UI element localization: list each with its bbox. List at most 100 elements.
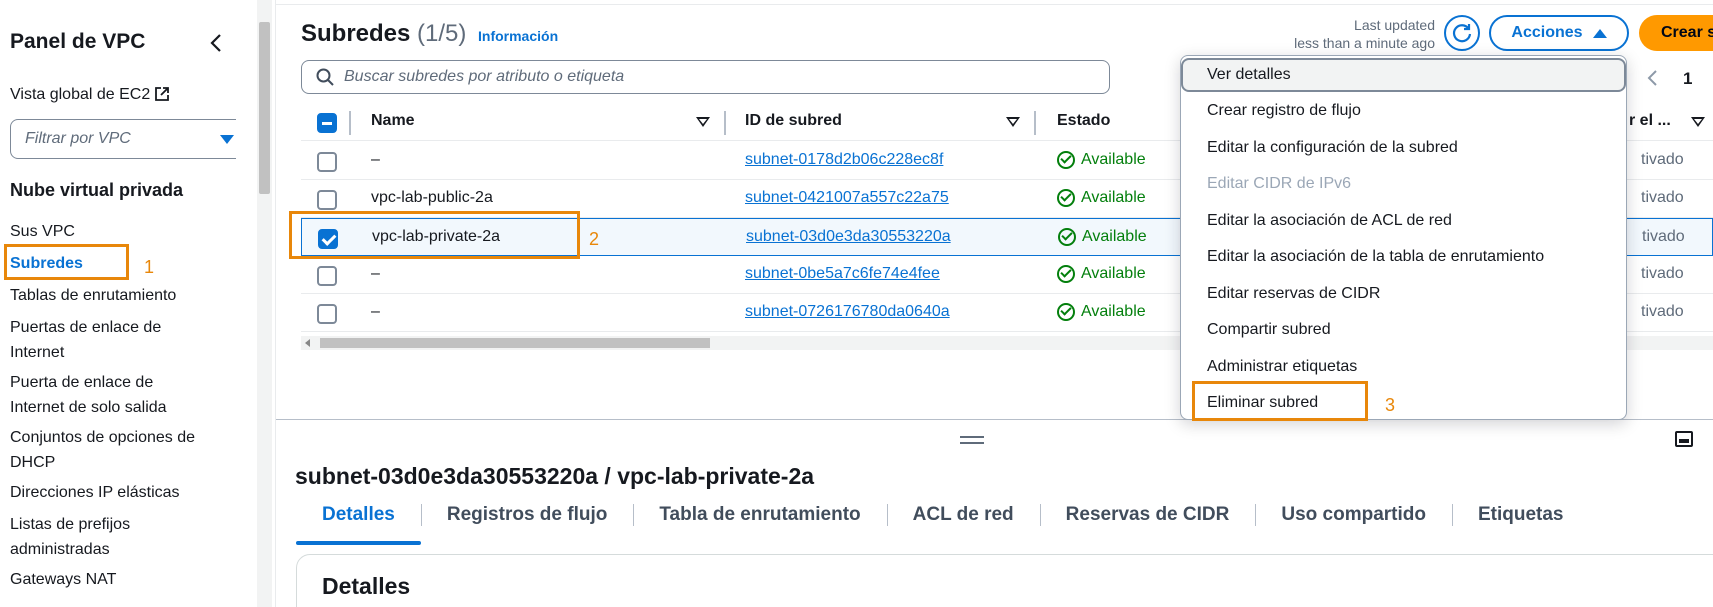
sort-icon[interactable] — [1006, 117, 1020, 127]
vpc-console: Panel de VPC Vista global de EC2 Filtrar… — [0, 0, 1713, 607]
column-state[interactable]: Estado — [1057, 112, 1110, 130]
menu-item-edit-route-table[interactable]: Editar la asociación de la tabla de enru… — [1181, 240, 1626, 274]
auto-assign-value: tivado — [1641, 303, 1684, 320]
column-separator[interactable] — [1034, 111, 1036, 135]
annotation-number-2: 2 — [589, 229, 600, 249]
caret-down-icon — [220, 134, 234, 144]
column-name[interactable]: Name — [371, 112, 415, 130]
tab-route-table[interactable]: Tabla de enrutamiento — [633, 500, 886, 538]
sort-icon[interactable] — [696, 117, 710, 127]
current-page[interactable]: 1 — [1683, 69, 1692, 89]
caret-up-icon — [1592, 28, 1607, 38]
create-subnet-button[interactable]: Crear subred — [1639, 15, 1713, 51]
external-link-icon — [155, 87, 170, 101]
subnet-id-link[interactable]: subnet-0421007a557c22a75 — [745, 189, 949, 207]
page-title-text: Subredes — [301, 20, 411, 47]
tab-network-acl[interactable]: ACL de red — [886, 500, 1040, 538]
actions-button[interactable]: Acciones — [1489, 15, 1629, 51]
column-separator[interactable] — [724, 111, 726, 135]
sidebar-item-route-tables[interactable]: Tablas de enrutamiento — [10, 283, 225, 308]
last-updated: Last updated less than a minute ago — [1260, 16, 1435, 52]
global-view-label: Vista global de EC2 — [10, 86, 151, 103]
previous-page-icon[interactable] — [1645, 68, 1659, 94]
check-circle-icon — [1057, 151, 1075, 169]
sort-icon[interactable] — [1691, 117, 1705, 127]
menu-item-manage-tags[interactable]: Administrar etiquetas — [1181, 350, 1626, 384]
row-checkbox[interactable] — [317, 190, 337, 210]
auto-assign-value: tivado — [1641, 265, 1684, 282]
sidebar-item-egress-only-gateways[interactable]: Puerta de enlace de Internet de solo sal… — [10, 370, 200, 420]
collapse-sidebar-icon[interactable] — [206, 30, 228, 56]
split-panel-position-icon[interactable] — [1675, 431, 1693, 447]
menu-item-share-subnet[interactable]: Compartir subred — [1181, 313, 1626, 347]
check-circle-icon — [1057, 303, 1075, 321]
status-badge: Available — [1057, 303, 1146, 321]
details-card — [296, 554, 1713, 607]
menu-item-create-flow-log[interactable]: Crear registro de flujo — [1181, 94, 1626, 128]
table-scrollbar-thumb[interactable] — [320, 338, 710, 348]
sidebar-item-nat-gateways[interactable]: Gateways NAT — [10, 567, 225, 592]
column-auto-assign[interactable]: r el ... — [1629, 112, 1671, 130]
row-checkbox[interactable] — [317, 152, 337, 172]
selection-count: (1/5) — [417, 20, 467, 47]
subnet-id-link[interactable]: subnet-03d0e3da30553220a — [746, 228, 951, 246]
status-text: Available — [1081, 265, 1146, 282]
check-circle-icon — [1057, 265, 1075, 283]
menu-item-edit-network-acl[interactable]: Editar la asociación de ACL de red — [1181, 204, 1626, 238]
menu-item-edit-subnet-settings[interactable]: Editar la configuración de la subred — [1181, 131, 1626, 165]
tab-cidr-reservations[interactable]: Reservas de CIDR — [1039, 500, 1256, 538]
detail-tabs: Detalles Registros de flujo Tabla de enr… — [296, 500, 1590, 545]
tab-flow-logs[interactable]: Registros de flujo — [420, 500, 633, 538]
column-separator — [349, 111, 351, 135]
menu-item-edit-ipv6-cidr: Editar CIDR de IPv6 — [1207, 175, 1352, 192]
menu-item-view-details[interactable]: Ver detalles — [1181, 58, 1626, 92]
row-name: vpc-lab-public-2a — [371, 189, 493, 206]
subnet-search-input[interactable]: Buscar subredes por atributo o etiqueta — [301, 60, 1110, 94]
status-badge: Available — [1057, 265, 1146, 283]
info-link[interactable]: Información — [478, 28, 558, 44]
row-checkbox[interactable] — [317, 266, 337, 286]
tab-tags[interactable]: Etiquetas — [1451, 500, 1590, 538]
detail-title: subnet-03d0e3da30553220a / vpc-lab-priva… — [295, 463, 815, 489]
subnet-id-link[interactable]: subnet-0178d2b06c228ec8f — [745, 151, 943, 169]
sidebar-item-internet-gateways[interactable]: Puertas de enlace de Internet — [10, 315, 200, 365]
search-placeholder: Buscar subredes por atributo o etiqueta — [344, 68, 625, 85]
auto-assign-value: tivado — [1641, 189, 1684, 206]
sidebar-divider — [275, 0, 276, 607]
annotation-number-3: 3 — [1385, 395, 1396, 415]
vpc-filter-select[interactable]: Filtrar por VPC — [10, 119, 236, 159]
subnet-id-link[interactable]: subnet-0726176780da0640a — [745, 303, 950, 321]
tab-sharing[interactable]: Uso compartido — [1255, 500, 1452, 538]
menu-item-edit-cidr-reservations[interactable]: Editar reservas de CIDR — [1181, 277, 1626, 311]
status-badge: Available — [1057, 151, 1146, 169]
sidebar-item-vpcs[interactable]: Sus VPC — [10, 219, 225, 244]
sidebar: Panel de VPC Vista global de EC2 Filtrar… — [0, 0, 236, 607]
sidebar-item-prefix-lists[interactable]: Listas de prefijos administradas — [10, 512, 160, 562]
drag-handle-icon[interactable] — [960, 436, 984, 444]
global-view-link[interactable]: Vista global de EC2 — [10, 86, 170, 104]
last-updated-label: Last updated — [1354, 17, 1435, 33]
annotation-box-3 — [1192, 381, 1368, 421]
row-name: – — [371, 303, 380, 320]
annotation-number-1: 1 — [144, 257, 155, 277]
vpc-filter-placeholder: Filtrar por VPC — [25, 130, 131, 147]
sidebar-item-elastic-ips[interactable]: Direcciones IP elásticas — [10, 480, 225, 505]
sidebar-title: Panel de VPC — [10, 30, 146, 53]
page-title: Subredes (1/5) — [301, 20, 466, 48]
top-divider — [276, 4, 1713, 5]
row-checkbox[interactable] — [317, 304, 337, 324]
column-subnet-id[interactable]: ID de subred — [745, 112, 842, 130]
auto-assign-value: tivado — [1641, 151, 1684, 168]
subnet-id-link[interactable]: subnet-0be5a7c6fe74e4fee — [745, 265, 940, 283]
select-all-checkbox[interactable] — [317, 113, 337, 133]
tab-details[interactable]: Detalles — [296, 500, 421, 545]
scroll-left-arrow-icon[interactable] — [305, 339, 310, 347]
actions-menu: Ver detalles Crear registro de flujo Edi… — [1180, 55, 1627, 420]
annotation-box-1 — [4, 244, 129, 280]
refresh-button[interactable] — [1444, 15, 1480, 51]
sidebar-scrollbar-thumb[interactable] — [259, 22, 270, 194]
check-circle-icon — [1058, 228, 1076, 246]
sidebar-section-title: Nube virtual privada — [10, 180, 184, 200]
status-badge: Available — [1057, 189, 1146, 207]
sidebar-item-dhcp-options[interactable]: Conjuntos de opciones de DHCP — [10, 425, 220, 475]
